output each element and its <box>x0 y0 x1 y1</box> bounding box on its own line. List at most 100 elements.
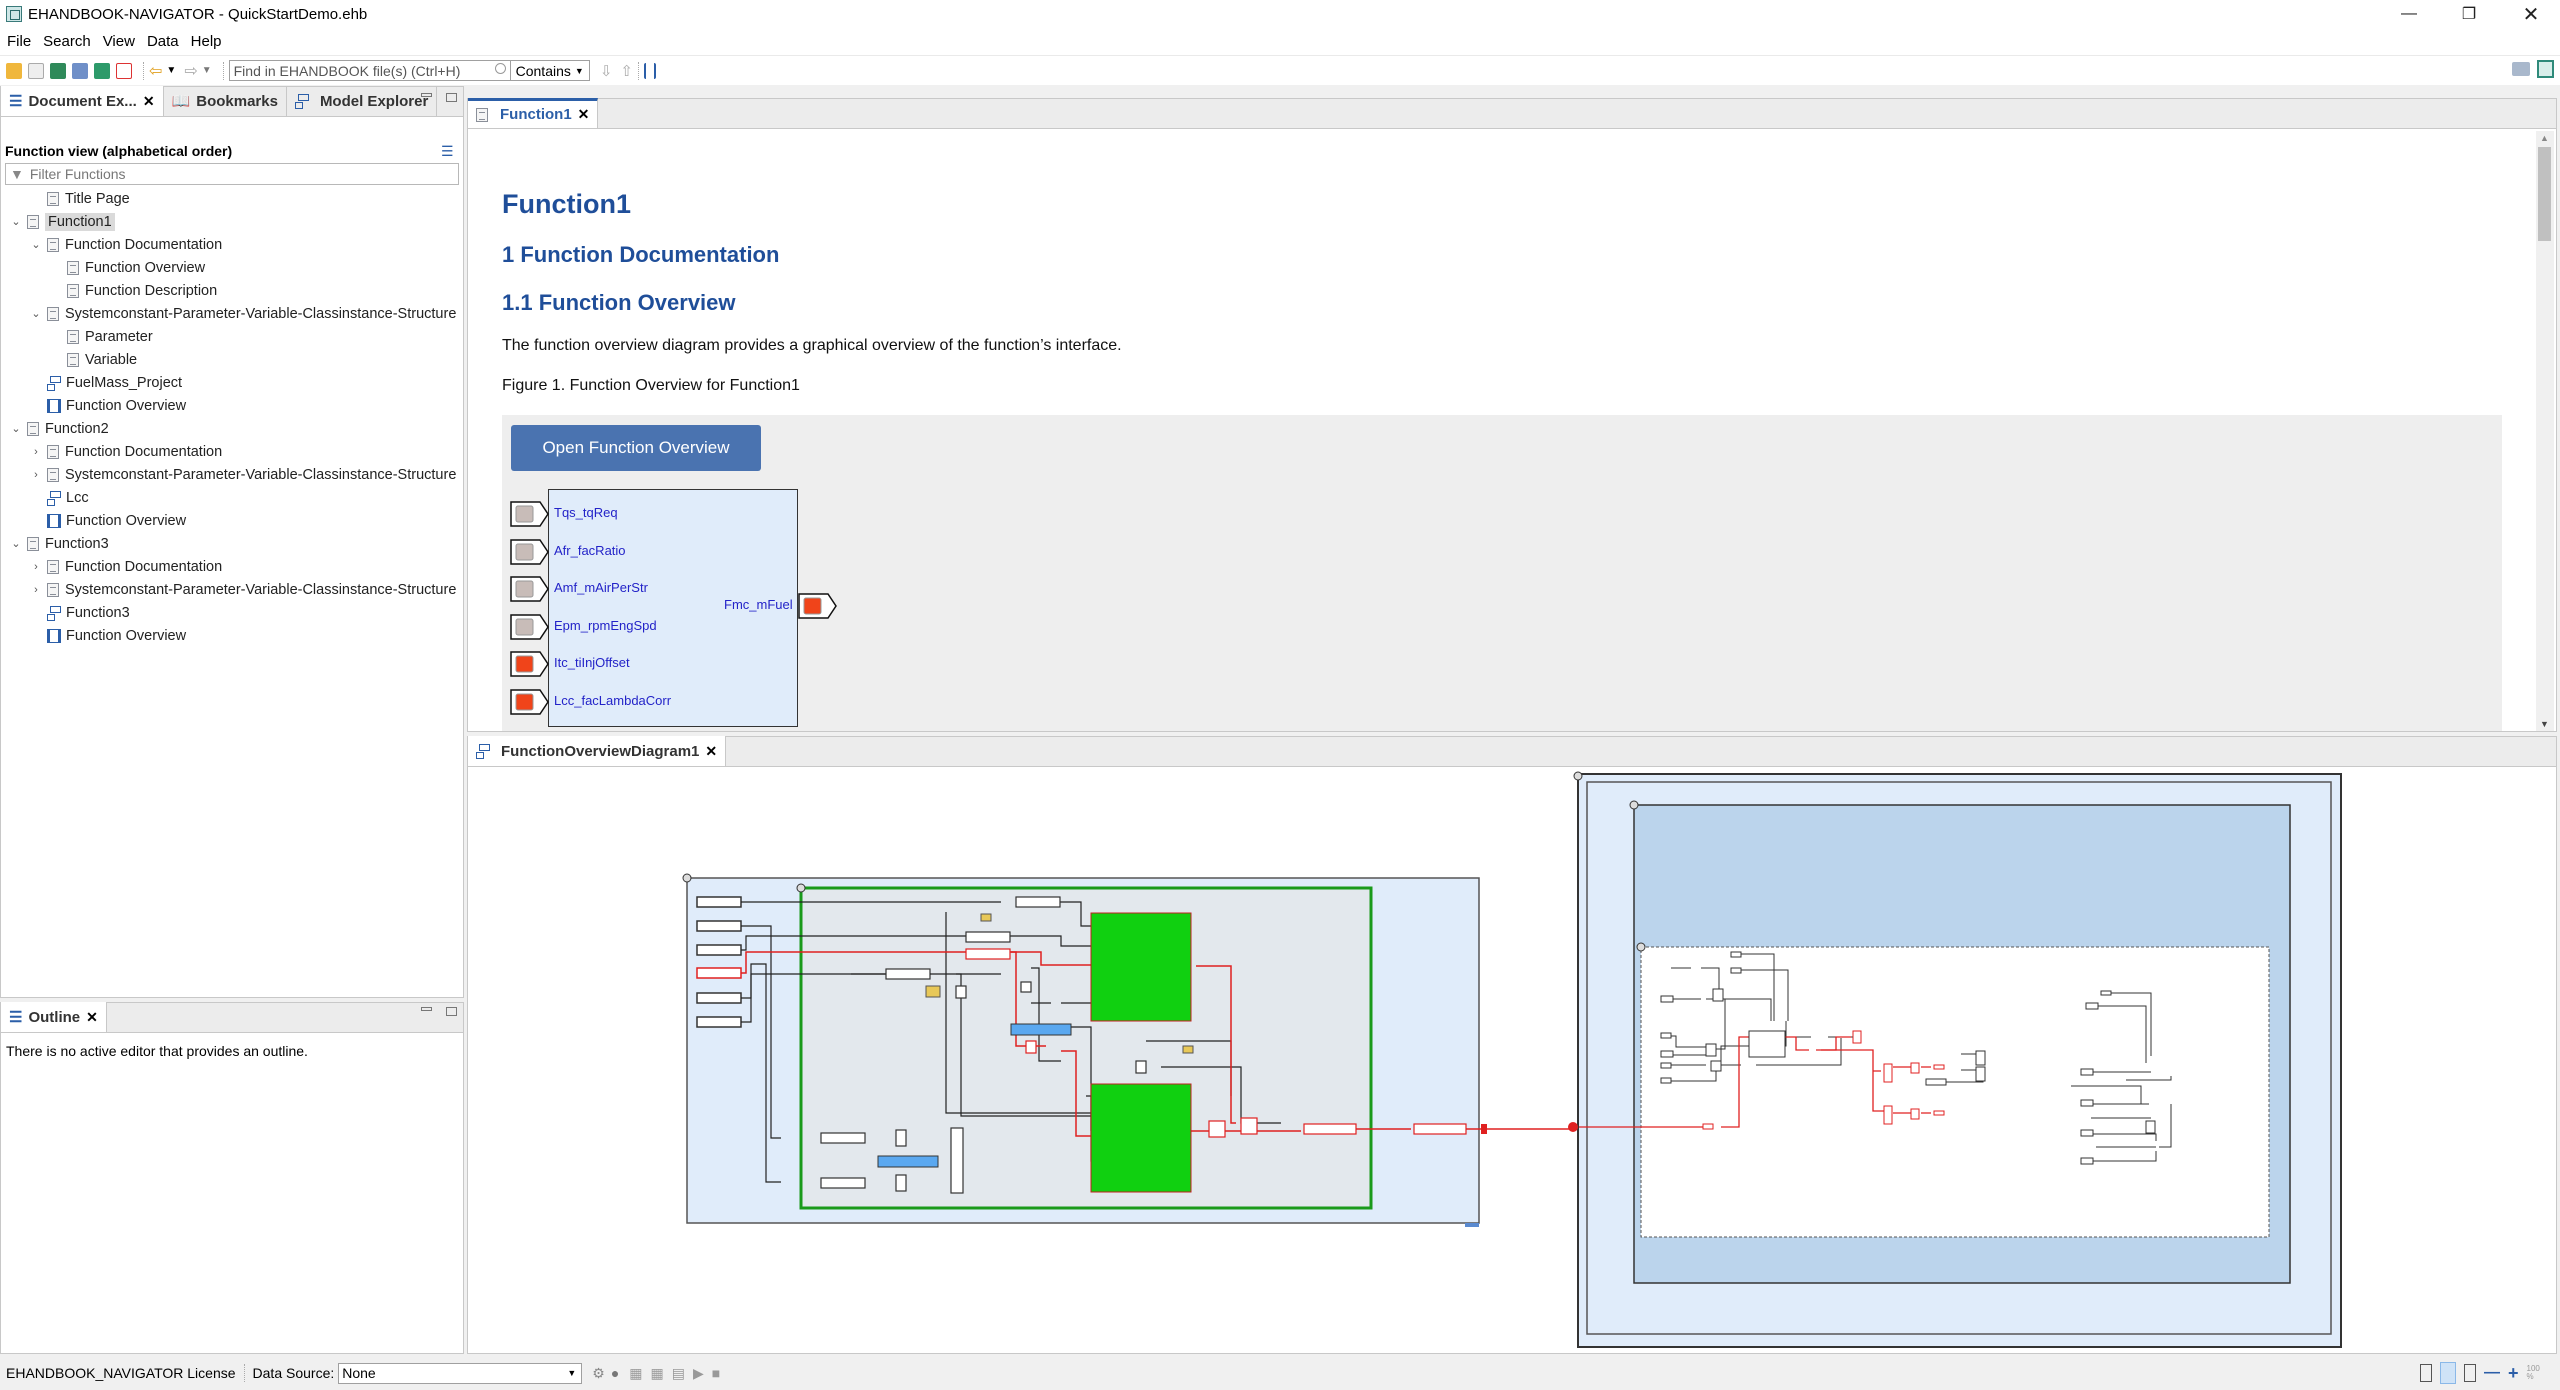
restore-icon[interactable]: ❐ <box>2446 0 2492 28</box>
vertical-scrollbar[interactable]: ▲ ▼ <box>2536 131 2554 731</box>
stop-icon[interactable]: ■ <box>712 1365 720 1381</box>
scroll-down-icon[interactable]: ▼ <box>2540 719 2549 729</box>
save-icon[interactable] <box>28 62 44 79</box>
chevron-down-icon[interactable]: ⌄ <box>29 307 43 320</box>
tree-item[interactable]: Function3 <box>29 601 130 624</box>
tree-item[interactable]: ⌄ Function Documentation <box>29 233 222 256</box>
pdf-icon[interactable] <box>116 62 132 79</box>
maximize-icon[interactable] <box>446 1007 457 1016</box>
input-port[interactable] <box>510 688 549 715</box>
input-port[interactable] <box>510 613 549 640</box>
back-icon[interactable]: ⇦ <box>149 61 162 81</box>
input-port[interactable] <box>510 651 549 677</box>
output-port[interactable] <box>798 593 837 619</box>
export-icon[interactable] <box>94 62 110 79</box>
hierarchy-icon[interactable]: ▤ <box>672 1365 685 1382</box>
search-input[interactable]: Find in EHANDBOOK file(s) (Ctrl+H) <box>228 60 511 81</box>
menu-help[interactable]: Help <box>191 33 222 50</box>
input-port[interactable] <box>510 576 549 602</box>
tree-item[interactable]: ⌄ Function3 <box>9 532 108 555</box>
function-overview-icon[interactable] <box>643 62 656 79</box>
tree-item[interactable]: FuelMass_Project <box>29 371 182 394</box>
tab-function-overview-diagram[interactable]: FunctionOverviewDiagram1 ✕ <box>468 736 727 766</box>
search-icon[interactable] <box>494 63 506 74</box>
open-folder-icon[interactable] <box>6 62 22 79</box>
tree-item[interactable]: Parameter <box>49 325 153 348</box>
print-icon[interactable] <box>72 62 88 79</box>
chevron-down-icon[interactable]: ⌄ <box>9 215 23 228</box>
function-overview-diagram[interactable] <box>468 768 2556 1353</box>
tab-document-explorer[interactable]: ☰ Document Ex... ✕ <box>1 86 164 116</box>
input-port[interactable] <box>510 501 549 527</box>
menu-data[interactable]: Data <box>147 33 179 50</box>
tree-item[interactable]: Function Description <box>49 279 217 302</box>
forward-dropdown-icon[interactable]: ▼ <box>202 65 212 76</box>
zoom-out-icon[interactable]: — <box>2484 1364 2500 1382</box>
tab-outline[interactable]: ☰ Outline ✕ <box>1 1002 107 1032</box>
tree-item[interactable]: › Systemconstant-Parameter-Variable-Class… <box>29 463 456 486</box>
chevron-right-icon[interactable]: › <box>29 561 43 573</box>
menu-search[interactable]: Search <box>43 33 91 50</box>
zoom-100-icon[interactable]: 100 % <box>2527 1365 2540 1381</box>
calibration-icon[interactable]: ▦ <box>629 1365 642 1382</box>
chevron-right-icon[interactable]: › <box>29 469 43 481</box>
tab-function1[interactable]: Function1 ✕ <box>468 98 599 128</box>
calibration-remove-icon[interactable]: ▦ <box>651 1365 664 1382</box>
maximize-icon[interactable] <box>446 93 457 102</box>
tree-item[interactable]: Title Page <box>29 187 130 210</box>
chevron-right-icon[interactable]: › <box>29 446 43 458</box>
input-port[interactable] <box>510 538 549 565</box>
tree-item[interactable]: Variable <box>49 348 137 371</box>
chevron-right-icon[interactable]: › <box>29 584 43 596</box>
filter-input[interactable]: ▼ Filter Functions <box>5 163 459 185</box>
tree-item[interactable]: Function Overview <box>29 394 186 417</box>
license-label[interactable]: EHANDBOOK_NAVIGATOR License <box>6 1365 236 1381</box>
zoom-in-icon[interactable]: + <box>2508 1363 2519 1384</box>
minimize-icon[interactable]: — <box>2386 0 2432 28</box>
data-source-select[interactable]: None ▼ <box>338 1362 583 1384</box>
scrollbar-thumb[interactable] <box>2538 147 2551 241</box>
close-icon[interactable]: ✕ <box>86 1009 98 1026</box>
database-icon[interactable]: ● <box>611 1365 619 1381</box>
tab-bookmarks[interactable]: 📖 Bookmarks <box>164 86 287 116</box>
minimize-icon[interactable] <box>421 1007 432 1011</box>
tree-item[interactable]: › Function Documentation <box>29 440 222 463</box>
chevron-down-icon[interactable]: ⌄ <box>9 422 23 435</box>
search-prev-icon[interactable]: ⇧ <box>620 62 633 80</box>
tree-item[interactable]: Lcc <box>29 486 89 509</box>
close-icon[interactable]: ✕ <box>143 93 155 110</box>
menu-view[interactable]: View <box>103 33 135 50</box>
minimize-icon[interactable] <box>421 93 432 97</box>
tree-item[interactable]: ⌄ Systemconstant-Parameter-Variable-Class… <box>29 302 456 325</box>
menu-file[interactable]: File <box>7 33 31 50</box>
tree-item[interactable]: ⌄ Function1 <box>9 210 115 233</box>
tree-item[interactable]: › Systemconstant-Parameter-Variable-Class… <box>29 578 456 601</box>
close-icon[interactable]: ✕ <box>2508 0 2554 28</box>
back-dropdown-icon[interactable]: ▼ <box>166 65 176 76</box>
tree-item[interactable]: Function Overview <box>29 624 186 647</box>
settings-icon[interactable]: ⚙ <box>592 1365 605 1382</box>
search-mode-dropdown[interactable]: Contains ▼ <box>510 60 590 81</box>
diagram-view-icon[interactable] <box>2464 1364 2476 1382</box>
tree-item[interactable]: › Function Documentation <box>29 555 222 578</box>
book-icon[interactable] <box>50 62 66 79</box>
tree-item[interactable]: Function Overview <box>29 509 186 532</box>
keyboard-icon[interactable] <box>2512 62 2530 76</box>
tab-model-explorer[interactable]: Model Explorer <box>287 86 438 116</box>
close-icon[interactable]: ✕ <box>705 743 717 760</box>
open-function-overview-button[interactable]: Open Function Overview <box>511 425 761 471</box>
tree-item[interactable]: ⌄ Function2 <box>9 417 108 440</box>
ehandbook-perspective-icon[interactable] <box>2537 60 2554 78</box>
play-icon[interactable]: ▶ <box>693 1365 704 1382</box>
search-next-icon[interactable]: ⇩ <box>600 62 613 80</box>
forward-icon[interactable]: ⇨ <box>184 61 197 81</box>
view-menu-icon[interactable]: ☰ <box>441 143 454 160</box>
page-view-icon[interactable] <box>2420 1364 2432 1382</box>
close-icon[interactable]: ✕ <box>578 106 590 123</box>
scroll-up-icon[interactable]: ▲ <box>2540 133 2549 143</box>
chevron-down-icon[interactable]: ⌄ <box>9 537 23 550</box>
tree-item-label: Function Documentation <box>65 236 223 253</box>
tree-item[interactable]: Function Overview <box>49 256 205 279</box>
chevron-down-icon[interactable]: ⌄ <box>29 238 43 251</box>
split-view-icon[interactable] <box>2440 1362 2456 1384</box>
